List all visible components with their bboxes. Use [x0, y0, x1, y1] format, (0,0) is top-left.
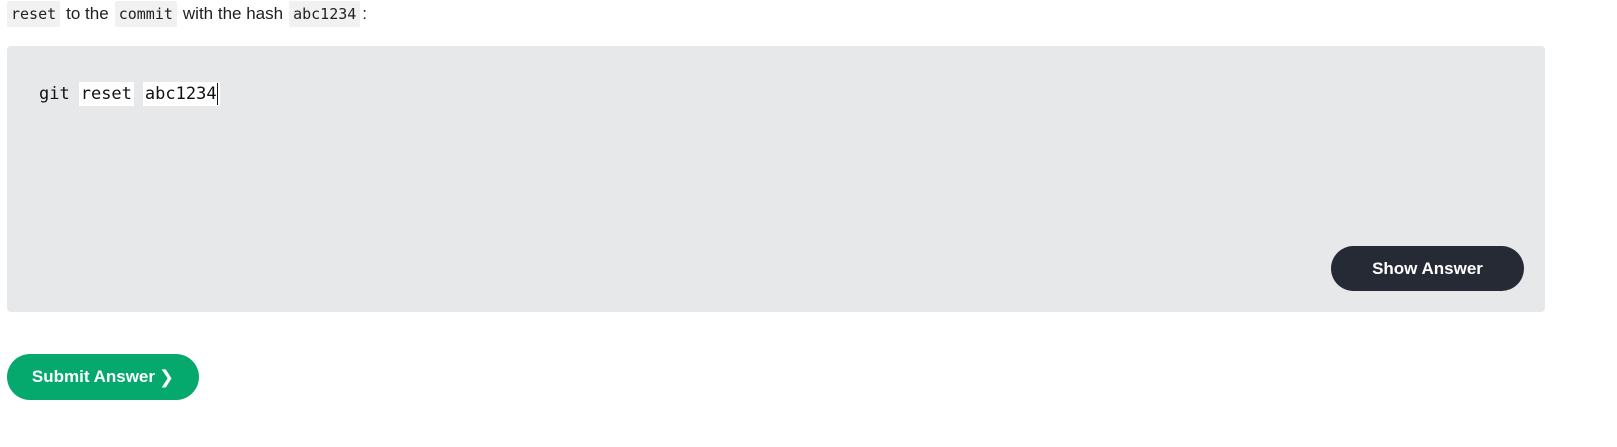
show-answer-button[interactable]: Show Answer — [1331, 246, 1524, 291]
scrollbar[interactable] — [1600, 0, 1617, 447]
exercise-page: reset to the commit with the hash abc123… — [0, 0, 1617, 447]
submit-answer-label: Submit Answer — [31, 367, 155, 386]
exercise-input-area[interactable]: git reset abc1234 Show Answer — [7, 46, 1545, 312]
instruction-line: reset to the commit with the hash abc123… — [7, 1, 369, 27]
instruction-text: to the — [66, 4, 109, 23]
scrollbar-thumb[interactable] — [1604, 0, 1613, 447]
submit-answer-button[interactable]: Submit Answer ❯ — [7, 354, 199, 400]
blank-input-1[interactable]: reset — [78, 82, 134, 106]
inline-code-hash: abc1234 — [289, 1, 361, 27]
command-prefix: git — [39, 84, 70, 104]
instruction-text: with the hash — [182, 4, 284, 23]
text-caret — [216, 83, 218, 105]
blank-input-2-value: abc1234 — [144, 84, 217, 104]
inline-code-reset: reset — [7, 1, 61, 27]
inline-code-commit: commit — [114, 1, 177, 27]
blank-input-2[interactable]: abc1234 — [142, 82, 220, 106]
chevron-right-icon: ❯ — [159, 367, 175, 387]
command-input[interactable]: git reset abc1234 — [39, 82, 220, 106]
instruction-colon: : — [362, 4, 368, 23]
